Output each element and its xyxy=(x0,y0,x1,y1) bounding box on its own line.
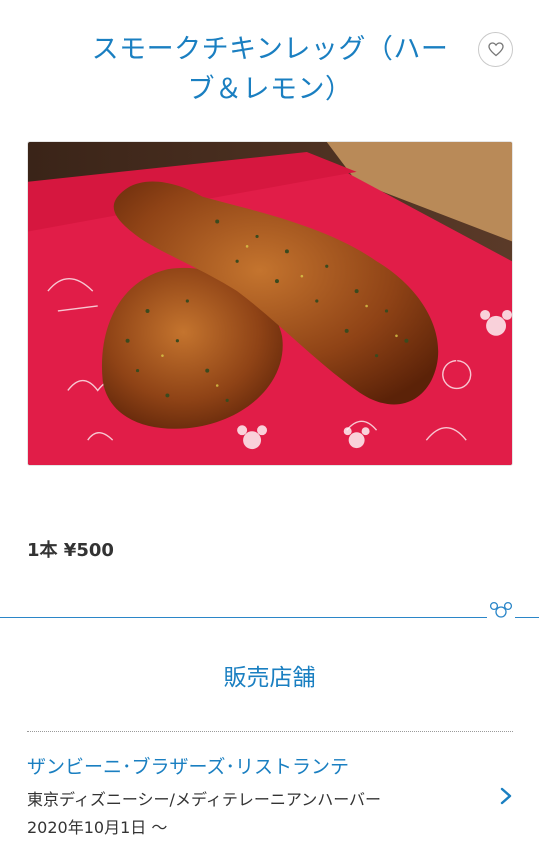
product-photo xyxy=(27,141,513,466)
section-divider xyxy=(0,617,539,618)
product-title-line1: スモークチキンレッグ（ハー xyxy=(91,34,449,65)
chevron-right-icon xyxy=(500,787,512,805)
store-date: 2020年10月1日 〜 xyxy=(27,818,168,837)
mickey-icon xyxy=(487,600,515,618)
favorite-button[interactable] xyxy=(478,32,513,67)
store-name: ザンビーニ･ブラザーズ･リストランテ xyxy=(27,756,350,778)
dotted-divider xyxy=(27,731,513,732)
store-list-item[interactable]: ザンビーニ･ブラザーズ･リストランテ 東京ディズニーシー/メディテレーニアンハー… xyxy=(27,752,513,842)
product-title: スモークチキンレッグ（ハー ブ＆レモン） xyxy=(60,30,480,110)
product-title-line2: ブ＆レモン） xyxy=(187,74,353,105)
store-area: 東京ディズニーシー/メディテレーニアンハーバー xyxy=(27,790,382,809)
sales-section-heading: 販売店舗 xyxy=(223,665,316,691)
price-label: 1本 ¥500 xyxy=(27,540,114,561)
heart-icon xyxy=(487,42,504,57)
